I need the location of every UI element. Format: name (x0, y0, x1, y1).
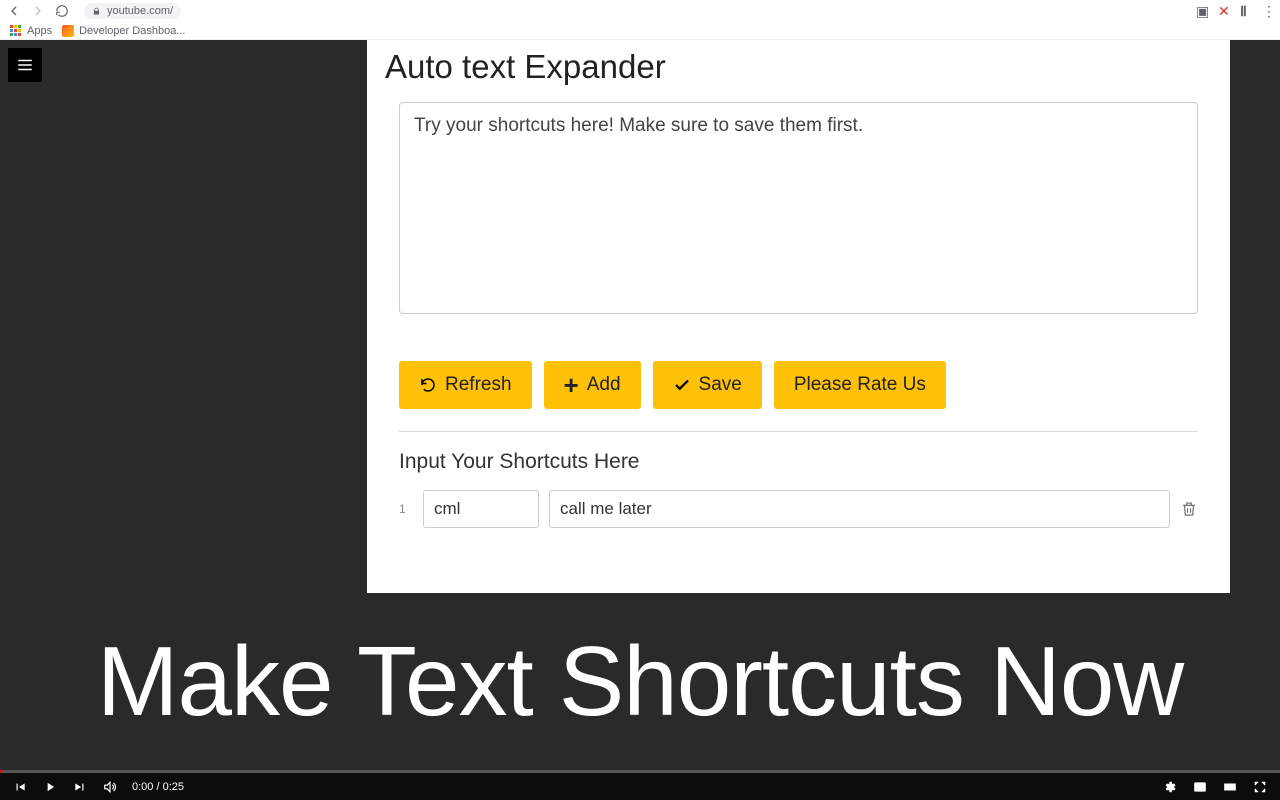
settings-button[interactable] (1162, 779, 1178, 795)
extension-icon[interactable]: ▣ (1196, 5, 1208, 17)
save-label: Save (699, 374, 742, 396)
video-controls: 0:00 / 0:25 (0, 770, 1280, 800)
back-button[interactable] (6, 3, 22, 19)
popup-title: Auto text Expander (367, 40, 1230, 86)
refresh-button[interactable]: Refresh (399, 361, 532, 409)
play-button[interactable] (42, 779, 58, 795)
add-button[interactable]: + Add (544, 361, 641, 409)
button-row: Refresh + Add Save Please Rate Us (399, 361, 1198, 409)
kebab-menu-icon[interactable]: ⋮ (1262, 5, 1274, 17)
rate-button[interactable]: Please Rate Us (774, 361, 946, 409)
rate-label: Please Rate Us (794, 374, 926, 396)
save-button[interactable]: Save (653, 361, 762, 409)
theater-button[interactable] (1222, 779, 1238, 795)
bookmark-item[interactable]: Developer Dashboa... (62, 25, 185, 37)
divider (399, 431, 1198, 432)
hamburger-menu[interactable] (8, 48, 42, 82)
webstore-icon (62, 25, 74, 37)
shortcut-expansion-input[interactable] (549, 490, 1170, 528)
apps-grid-icon (10, 25, 22, 37)
miniplayer-button[interactable] (1192, 779, 1208, 795)
video-time: 0:00 / 0:25 (132, 781, 184, 793)
shortcut-row: 1 (399, 490, 1198, 528)
reload-button[interactable] (54, 3, 70, 19)
extension-icon-2[interactable]: ✕ (1218, 5, 1230, 17)
extension-popup: Auto text Expander Refresh + Add Save Pl… (367, 40, 1230, 593)
shortcuts-heading: Input Your Shortcuts Here (399, 450, 1198, 474)
browser-nav-bar: youtube.com/ ▣ ✕ Ⅱ ⋮ (0, 0, 1280, 22)
volume-button[interactable] (102, 779, 118, 795)
bookmark-label: Developer Dashboa... (79, 25, 185, 37)
next-button[interactable] (72, 779, 88, 795)
trash-icon (1180, 500, 1198, 518)
video-page: Make Text Shortcuts Now 0:00 / 0:25 Auto… (0, 40, 1280, 800)
pause-icon[interactable]: Ⅱ (1240, 5, 1252, 17)
url-text: youtube.com/ (107, 5, 173, 17)
bookmarks-bar: Apps Developer Dashboa... (0, 22, 1280, 40)
delete-row-button[interactable] (1180, 500, 1198, 518)
address-bar[interactable]: youtube.com/ (84, 3, 181, 19)
add-label: Add (587, 374, 621, 396)
shortcut-key-input[interactable] (423, 490, 539, 528)
plus-icon: + (564, 378, 579, 392)
check-icon (673, 376, 691, 394)
refresh-label: Refresh (445, 374, 512, 396)
apps-shortcut[interactable]: Apps (10, 25, 52, 37)
overlay-headline: Make Text Shortcuts Now (0, 625, 1280, 738)
apps-label: Apps (27, 25, 52, 37)
refresh-icon (419, 376, 437, 394)
row-number: 1 (399, 502, 413, 516)
try-textarea[interactable] (399, 102, 1198, 314)
forward-button[interactable] (30, 3, 46, 19)
prev-button[interactable] (12, 779, 28, 795)
fullscreen-button[interactable] (1252, 779, 1268, 795)
